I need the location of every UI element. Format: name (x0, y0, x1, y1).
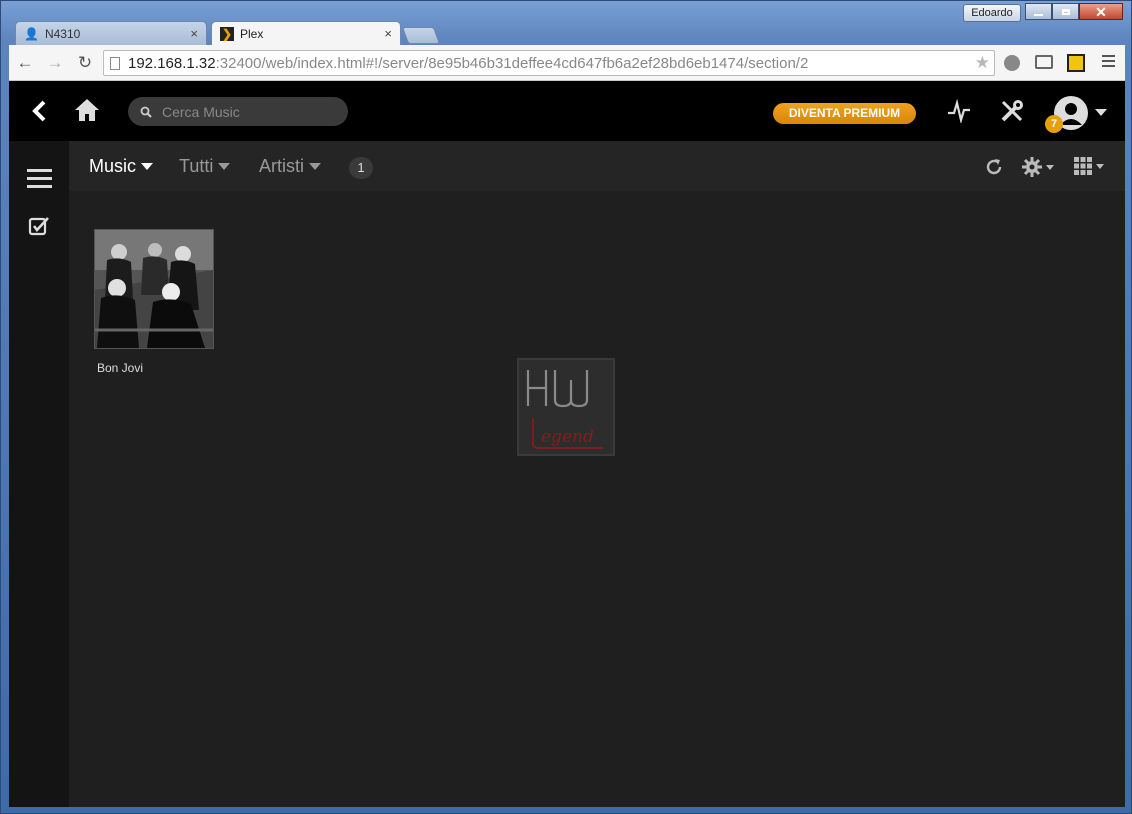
plex-favicon-icon: ❯ (220, 26, 234, 41)
maximize-button[interactable] (1052, 3, 1079, 20)
forward-arrow-icon[interactable]: → (45, 53, 65, 73)
url-host: 192.168.1.32 (128, 54, 216, 72)
minimize-button[interactable] (1025, 3, 1052, 20)
hamburger-menu-icon[interactable] (27, 169, 52, 188)
grid-view-icon[interactable] (1074, 157, 1104, 175)
cast-icon[interactable] (1035, 55, 1053, 69)
tab-title: Plex (240, 26, 264, 41)
browser-window: Edoardo ✕ 👤 N4310 × ❯ Plex × ← → ↻ 192.1… (0, 0, 1132, 814)
chevron-down-icon (141, 163, 154, 170)
minimize-icon (1034, 13, 1043, 16)
home-icon[interactable] (73, 97, 101, 123)
plex-sidebar (9, 141, 69, 807)
extension-icon[interactable] (1004, 55, 1020, 71)
address-bar[interactable]: 192.168.1.32:32400/web/index.html#!/serv… (103, 50, 995, 76)
url-text: 192.168.1.32:32400/web/index.html#!/serv… (128, 55, 808, 72)
premium-button[interactable]: DIVENTA PREMIUM (773, 103, 916, 124)
tab-close-button[interactable]: × (384, 26, 392, 41)
tab-title: N4310 (44, 26, 81, 41)
menu-icon[interactable] (1102, 55, 1115, 67)
search-box[interactable] (128, 97, 348, 126)
hw-legend-watermark-logo: egend (517, 358, 615, 456)
new-tab-button[interactable] (401, 27, 441, 44)
window-controls: ✕ (1025, 3, 1123, 20)
reload-icon[interactable]: ↻ (75, 53, 95, 73)
type-dropdown[interactable]: Artisti (259, 156, 321, 177)
artist-poster[interactable] (94, 229, 214, 349)
tab-close-button[interactable]: × (190, 26, 198, 41)
notification-badge[interactable]: 7 (1045, 115, 1063, 133)
item-count-badge: 1 (349, 157, 373, 179)
search-icon (140, 106, 152, 118)
type-label: Artisti (259, 156, 304, 176)
tab-plex[interactable]: ❯ Plex × (211, 21, 401, 45)
scope-label: Tutti (179, 156, 214, 176)
profile-badge[interactable]: Edoardo (963, 4, 1021, 22)
close-icon: ✕ (1095, 3, 1107, 20)
checkbox-select-icon[interactable] (28, 215, 50, 237)
back-chevron-icon[interactable] (29, 99, 49, 123)
settings-tools-icon[interactable] (999, 98, 1025, 124)
filter-bar: Music Tutti Artisti 1 (69, 141, 1125, 191)
library-dropdown[interactable]: Music (89, 156, 154, 177)
gear-icon[interactable] (1021, 156, 1054, 178)
search-input[interactable] (160, 102, 344, 121)
plex-topbar: DIVENTA PREMIUM 7 (9, 81, 1125, 141)
scope-dropdown[interactable]: Tutti (179, 156, 231, 177)
bookmark-star-icon[interactable]: ★ (975, 53, 990, 73)
maximize-icon (1061, 8, 1070, 15)
artist-title[interactable]: Bon Jovi (97, 361, 143, 375)
page-icon (110, 56, 120, 70)
tab-n4310[interactable]: 👤 N4310 × (15, 21, 207, 45)
close-window-button[interactable]: ✕ (1079, 3, 1123, 20)
url-path: :32400/web/index.html#!/server/8e95b46b3… (215, 54, 809, 72)
todo-extension-icon[interactable] (1067, 54, 1085, 72)
user-menu-caret-icon[interactable] (1095, 109, 1107, 116)
activity-icon[interactable] (947, 99, 971, 123)
library-label: Music (89, 156, 137, 176)
plex-app: DIVENTA PREMIUM 7 (9, 81, 1125, 807)
svg-text:egend: egend (541, 427, 594, 447)
band-photo-image (95, 230, 213, 348)
browser-toolbar: ← → ↻ 192.168.1.32:32400/web/index.html#… (9, 45, 1125, 81)
chevron-down-icon (218, 163, 231, 170)
back-arrow-icon[interactable]: ← (15, 53, 35, 73)
refresh-icon[interactable] (984, 157, 1004, 177)
tab-favicon-person-icon: 👤 (24, 26, 39, 41)
chevron-down-icon (309, 163, 321, 170)
